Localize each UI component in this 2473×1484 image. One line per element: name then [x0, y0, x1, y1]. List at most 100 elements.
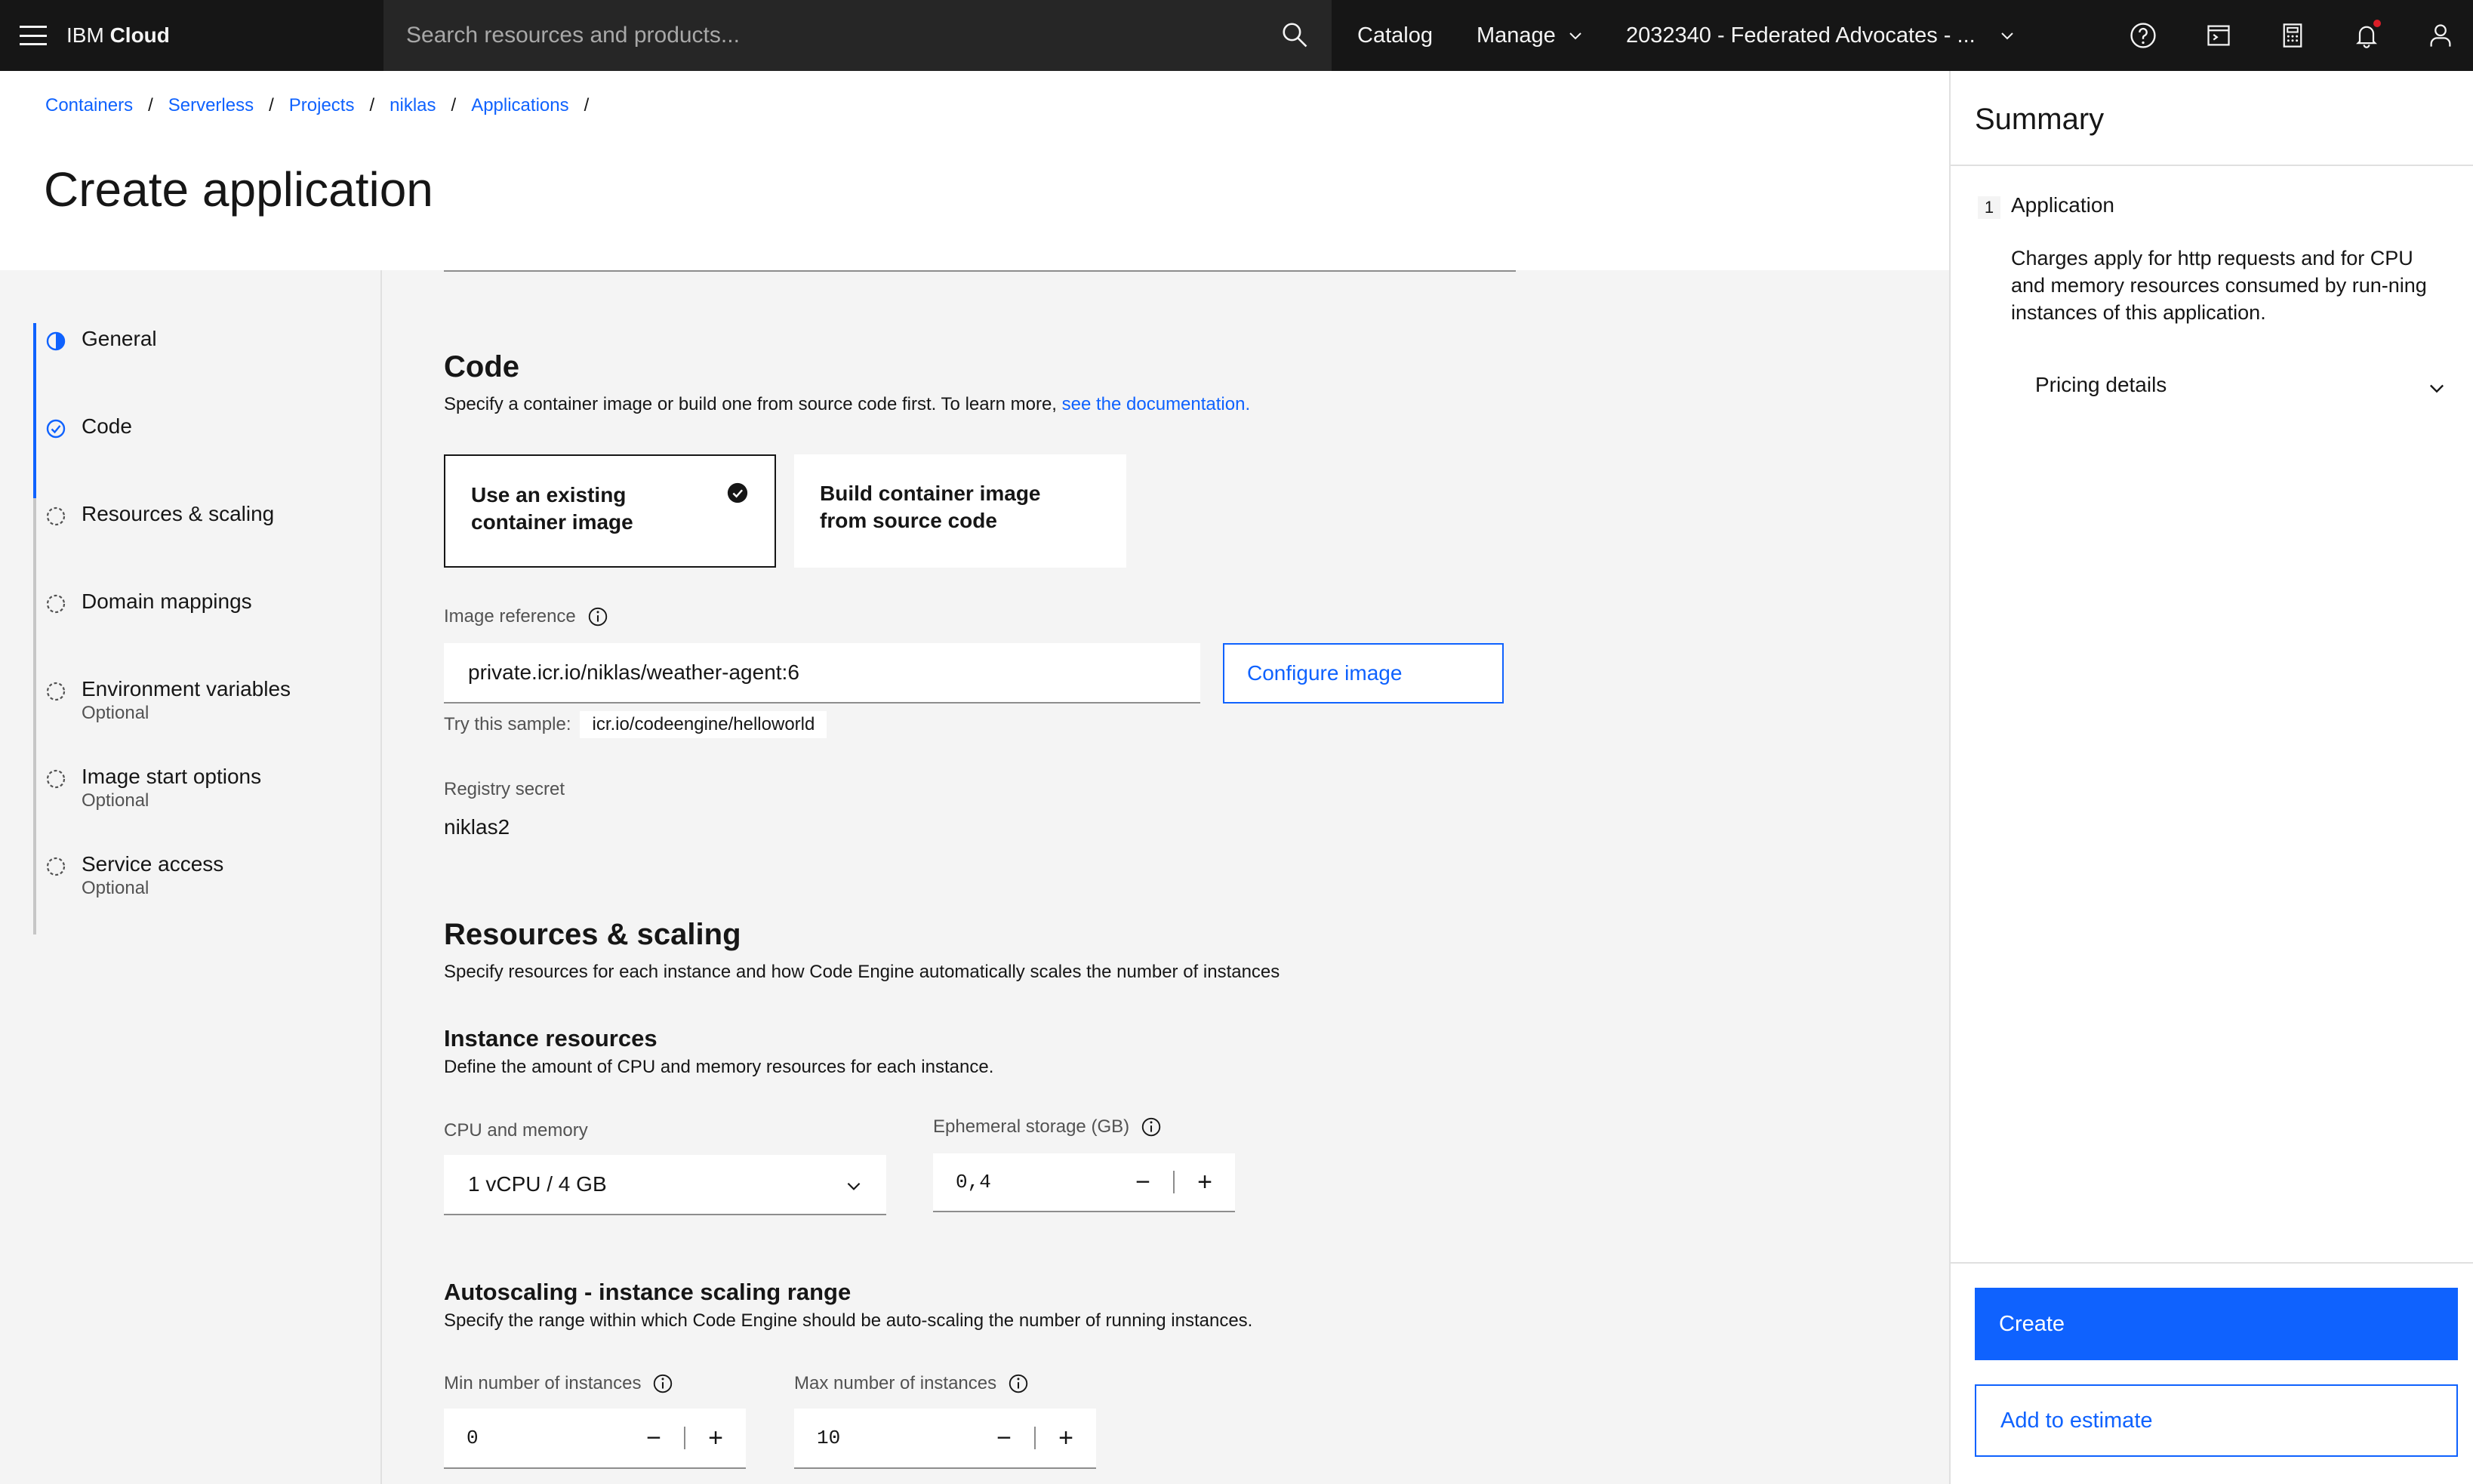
sample-row: Try this sample: icr.io/codeengine/hello…	[444, 711, 827, 738]
step-image-start-options[interactable]: Image start options Optional	[44, 764, 261, 812]
search-icon[interactable]	[1280, 20, 1309, 53]
autoscaling-desc: Specify the range within which Code Engi…	[444, 1310, 1253, 1331]
increment-button[interactable]: +	[1036, 1409, 1096, 1467]
step-incomplete-icon	[46, 506, 66, 526]
information-icon[interactable]	[1140, 1116, 1163, 1138]
tile-build-from-source[interactable]: Build container image from source code	[794, 454, 1126, 568]
chevron-down-icon	[2430, 384, 2444, 393]
search-input[interactable]	[406, 23, 1236, 48]
progress-indicator: General Code Resources & scaling Domain …	[0, 270, 382, 1484]
catalog-link[interactable]: Catalog	[1357, 0, 1433, 71]
brand-prefix: IBM	[66, 23, 104, 47]
page-title: Create application	[44, 162, 433, 217]
ephemeral-storage-input[interactable]: 0,4 − +	[933, 1153, 1235, 1212]
summary-application-label: Application	[2011, 193, 2114, 217]
tile-label-line2: from source code	[820, 509, 997, 532]
code-desc-text: Specify a container image or build one f…	[444, 394, 1062, 414]
step-current-icon	[46, 331, 66, 351]
tile-label-line1: Build container image	[820, 482, 1041, 505]
account-label: 2032340 - Federated Advocates - ...	[1626, 23, 1976, 48]
tile-label-line1: Use an existing	[471, 483, 627, 506]
page-header: Containers / Serverless / Projects / niklas…	[0, 71, 1949, 270]
notification-badge	[2373, 20, 2381, 27]
registry-secret-label: Registry secret	[444, 779, 565, 799]
instance-resources-desc: Define the amount of CPU and memory reso…	[444, 1057, 994, 1077]
step-label: Domain mappings	[82, 590, 252, 613]
registry-secret-value: niklas2	[444, 815, 510, 839]
information-icon[interactable]	[651, 1372, 674, 1395]
step-general[interactable]: General	[44, 326, 157, 353]
step-label: Image start options	[82, 765, 262, 788]
user-avatar-icon[interactable]	[2423, 18, 2458, 53]
summary-charges-text: Charges apply for http requests and for …	[2011, 247, 2427, 324]
step-domain-mappings[interactable]: Domain mappings	[44, 589, 252, 616]
min-instances-value: 0	[467, 1427, 479, 1449]
code-section-title: Code	[444, 350, 519, 383]
increment-button[interactable]: +	[685, 1409, 746, 1467]
ephemeral-storage-value: 0,4	[956, 1171, 991, 1193]
breadcrumb-niklas[interactable]: niklas	[390, 95, 436, 116]
step-optional: Optional	[82, 878, 149, 898]
min-instances-input[interactable]: 0 − +	[444, 1409, 746, 1469]
chevron-down-icon	[847, 1182, 861, 1190]
max-instances-label: Max number of instances	[794, 1372, 1030, 1395]
image-reference-label: Image reference	[444, 605, 609, 628]
instance-resources-title: Instance resources	[444, 1025, 658, 1051]
step-label: Resources & scaling	[82, 502, 275, 525]
step-incomplete-icon	[46, 857, 66, 876]
add-to-estimate-button[interactable]: Add to estimate	[1975, 1384, 2458, 1457]
information-icon[interactable]	[587, 605, 609, 628]
tile-label-line2: container image	[471, 510, 633, 534]
create-button[interactable]: Create	[1975, 1288, 2458, 1360]
sample-tag[interactable]: icr.io/codeengine/helloworld	[580, 711, 827, 738]
summary-step-number: 1	[1978, 196, 2000, 219]
configure-image-button[interactable]: Configure image	[1223, 643, 1504, 704]
progress-track-active	[33, 323, 36, 498]
increment-button[interactable]: +	[1175, 1153, 1235, 1211]
cpu-memory-select[interactable]: 1 vCPU / 4 GB	[444, 1155, 886, 1215]
breadcrumb-applications[interactable]: Applications	[471, 95, 568, 116]
breadcrumb: Containers / Serverless / Projects / niklas…	[45, 95, 590, 116]
manage-label: Manage	[1477, 23, 1556, 48]
documentation-link[interactable]: see the documentation.	[1062, 394, 1251, 414]
decrement-button[interactable]: −	[1113, 1153, 1173, 1211]
notification-icon[interactable]	[2349, 18, 2384, 53]
form-main: Code Specify a container image or build …	[383, 270, 1949, 1484]
max-instances-value: 10	[817, 1427, 841, 1449]
cpu-memory-value: 1 vCPU / 4 GB	[468, 1172, 607, 1196]
step-label: Code	[82, 414, 132, 438]
help-icon[interactable]	[2126, 18, 2160, 53]
step-optional: Optional	[82, 703, 149, 723]
account-switcher[interactable]: 2032340 - Federated Advocates - ...	[1626, 0, 2016, 71]
breadcrumb-projects[interactable]: Projects	[289, 95, 355, 116]
step-service-access[interactable]: Service access Optional	[44, 851, 223, 900]
image-reference-input[interactable]: private.icr.io/niklas/weather-agent:6	[444, 643, 1200, 704]
pricing-details-accordion[interactable]: Pricing details	[2035, 373, 2447, 397]
breadcrumb-serverless[interactable]: Serverless	[168, 95, 254, 116]
step-environment-variables[interactable]: Environment variables Optional	[44, 676, 291, 725]
checkmark-filled-icon	[727, 482, 748, 503]
step-resources-scaling[interactable]: Resources & scaling	[44, 501, 274, 528]
step-incomplete-icon	[46, 594, 66, 614]
sample-label: Try this sample:	[444, 714, 571, 734]
step-label: Service access	[82, 852, 224, 876]
cloud-shell-icon[interactable]	[2201, 18, 2236, 53]
summary-title: Summary	[1951, 71, 2473, 166]
resources-section-desc: Specify resources for each instance and …	[444, 962, 1280, 982]
calculator-icon[interactable]	[2275, 18, 2310, 53]
resources-section-title: Resources & scaling	[444, 918, 741, 951]
tile-use-existing-image[interactable]: Use an existing container image	[444, 454, 776, 568]
decrement-button[interactable]: −	[624, 1409, 684, 1467]
step-label: Environment variables	[82, 677, 291, 700]
manage-menu[interactable]: Manage	[1477, 0, 1585, 71]
breadcrumb-containers[interactable]: Containers	[45, 95, 133, 116]
max-instances-input[interactable]: 10 − +	[794, 1409, 1096, 1469]
step-incomplete-icon	[46, 769, 66, 789]
decrement-button[interactable]: −	[974, 1409, 1034, 1467]
brand-logo[interactable]: IBM Cloud	[39, 23, 356, 48]
step-code[interactable]: Code	[44, 414, 132, 441]
min-instances-label: Min number of instances	[444, 1372, 674, 1395]
autoscaling-title: Autoscaling - instance scaling range	[444, 1279, 852, 1305]
information-icon[interactable]	[1007, 1372, 1030, 1395]
brand-suffix: Cloud	[109, 23, 170, 47]
